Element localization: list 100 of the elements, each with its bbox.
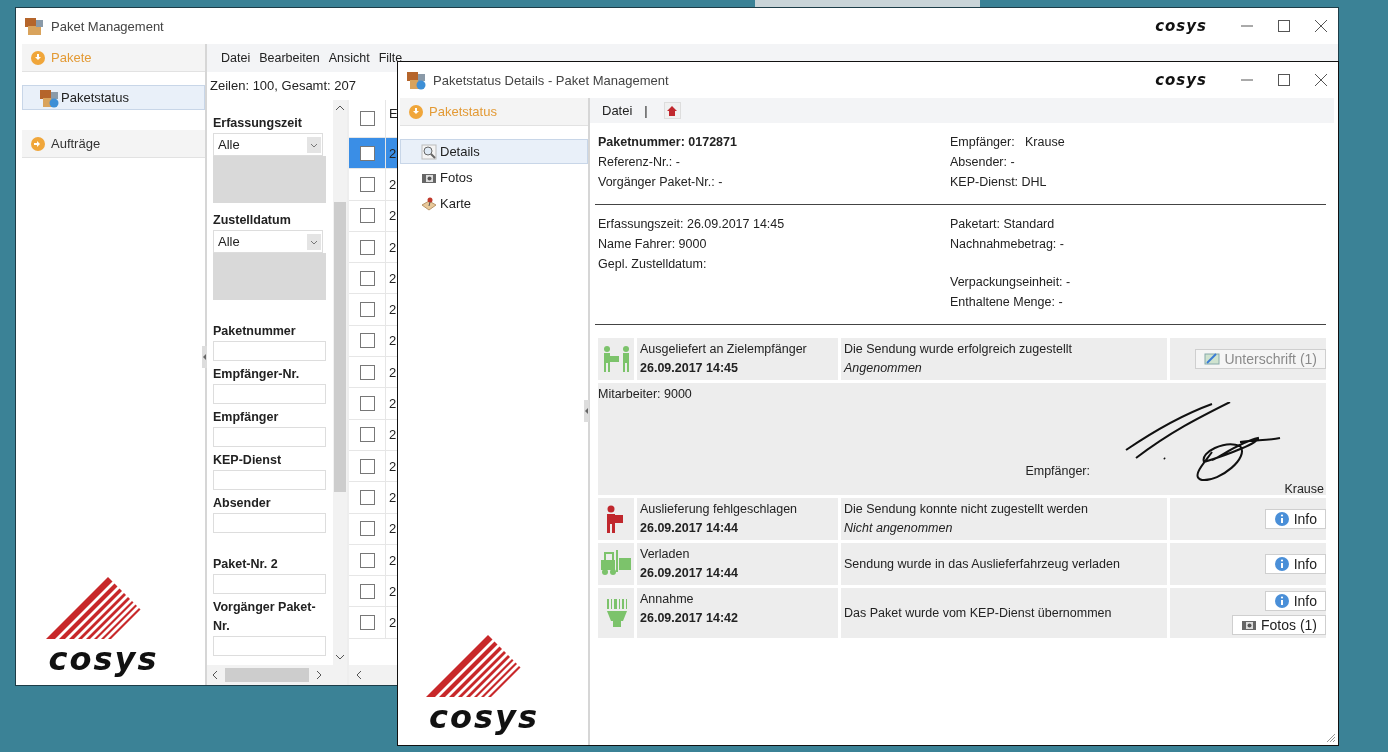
event-time: 26.09.2017 14:44 [640, 520, 739, 537]
info-button[interactable]: Info [1264, 591, 1326, 611]
filter-label: Paket-Nr. 2 [213, 556, 279, 573]
info-text: Empfänger: Krause [950, 134, 1066, 151]
map-pin-icon [421, 195, 437, 212]
table-cell: 2 [389, 270, 397, 286]
checkbox[interactable] [359, 270, 375, 286]
scrollbar[interactable] [207, 665, 347, 685]
brand-logo: cosys [48, 641, 159, 677]
info-button[interactable]: Info [1264, 509, 1326, 529]
menu-item[interactable]: Datei [602, 103, 633, 118]
scrollbar[interactable] [349, 665, 398, 685]
column-header[interactable]: E [389, 106, 398, 121]
dropdown[interactable]: Alle [213, 133, 323, 156]
table-cell: 2 [389, 208, 397, 224]
input-field[interactable] [213, 341, 326, 361]
home-button[interactable] [663, 102, 681, 119]
checkbox[interactable] [359, 521, 375, 537]
info-text: Paketart: Standard [950, 216, 1056, 233]
table-cell: 2 [389, 364, 397, 380]
info-text: Vorgänger Paket-Nr.: - [598, 174, 724, 191]
info-text: Name Fahrer: 9000 [598, 236, 708, 253]
info-text: Absender: - [950, 154, 1016, 171]
checkbox[interactable] [359, 396, 375, 411]
table-cell: 2 [389, 302, 397, 318]
filter-label: KEP-Dienst [213, 452, 283, 469]
maximize-icon [1277, 73, 1291, 87]
menu-item[interactable]: Datei [221, 51, 251, 65]
photos-button[interactable]: Fotos (1) [1232, 615, 1326, 635]
nav-item[interactable]: Fotos [400, 165, 588, 190]
input-field[interactable] [213, 574, 326, 594]
table-cell: 2 [389, 458, 397, 474]
scroll-left-icon [355, 670, 363, 680]
input-field[interactable] [213, 470, 326, 490]
resize-grip-icon [1326, 733, 1336, 743]
scroll-left-icon [211, 670, 219, 680]
chevron-down-icon [307, 136, 321, 153]
menu-item[interactable]: Ansicht [328, 51, 370, 65]
table-cell: 2 [389, 427, 397, 443]
checkbox[interactable] [359, 145, 375, 161]
scroll-right-icon [315, 670, 323, 680]
checkbox[interactable] [359, 427, 375, 443]
checkbox[interactable] [359, 176, 375, 192]
input-field[interactable] [213, 384, 326, 404]
event-time: 26.09.2017 14:45 [640, 360, 739, 377]
event-time: 26.09.2017 14:42 [640, 610, 739, 627]
input-field[interactable] [213, 636, 326, 656]
separator-text: | [644, 103, 648, 118]
info-text: Enthaltene Menge: - [950, 294, 1064, 311]
dropdown[interactable]: Alle [213, 230, 323, 253]
checkbox[interactable] [359, 333, 375, 349]
checkbox[interactable] [359, 489, 375, 505]
checkbox[interactable] [359, 458, 375, 474]
row-count-text: Zeilen: 100, Gesamt: 207 [209, 77, 356, 95]
info-button[interactable]: Info [1264, 554, 1326, 574]
checkbox[interactable] [359, 615, 375, 631]
sidebar-group[interactable]: Aufträge [22, 130, 205, 158]
scrollbar[interactable] [332, 100, 347, 665]
event-description: Sendung wurde in das Auslieferfahrzeug verladen [844, 555, 1121, 573]
table-cell: 2 [389, 333, 397, 349]
nav-item[interactable]: Details [400, 139, 588, 164]
checkbox[interactable] [359, 111, 375, 126]
nav-item[interactable]: Karte [400, 191, 588, 216]
info-text: Nachnahmebetrag: - [950, 236, 1065, 253]
checkbox[interactable] [359, 364, 375, 380]
window-title: Paket Management [51, 18, 164, 34]
filter-label: Erfassungszeit [213, 115, 303, 132]
sidebar-item[interactable]: Paketstatus [22, 85, 205, 110]
home-icon [666, 104, 679, 117]
info-text: Paketnummer: 0172871 [598, 134, 738, 151]
scroll-up-icon [334, 104, 345, 112]
chevron-down-icon [307, 233, 321, 250]
input-field[interactable] [213, 427, 326, 447]
event-title: Auslieferung fehlgeschlagen [640, 501, 799, 518]
table-cell: 2 [389, 239, 397, 255]
event-description: Die Sendung wurde erfolgreich zugestellt [844, 341, 1073, 358]
table-cell: 2 [389, 521, 397, 537]
menu-item[interactable]: Bearbeiten [259, 51, 320, 65]
checkbox[interactable] [359, 208, 375, 224]
checkbox[interactable] [359, 239, 375, 255]
event-title: Ausgeliefert an Zielempfänger [640, 341, 808, 358]
event-title: Annahme [640, 591, 695, 608]
maximize-icon [1277, 19, 1291, 33]
input-field[interactable] [213, 513, 326, 533]
event-title: Verladen [640, 546, 691, 563]
checkbox[interactable] [359, 302, 375, 318]
boxes-info-icon [39, 87, 59, 108]
info-text: Referenz-Nr.: - [598, 154, 681, 171]
event-time: 26.09.2017 14:44 [640, 565, 739, 582]
checkbox[interactable] [359, 552, 375, 568]
checkbox[interactable] [359, 583, 375, 599]
filter-label: Vorgänger Paket-Nr. [213, 599, 317, 635]
brand-logo: cosys [429, 699, 539, 735]
boxes-icon [24, 16, 44, 36]
info-icon [1273, 593, 1290, 609]
striped-triangle-icon [426, 635, 521, 697]
table-cell: 2 [389, 176, 397, 192]
filter-label: Paketnummer [213, 323, 297, 340]
table-cell: 2 [389, 489, 397, 505]
recipient-label: Empfänger: [1025, 464, 1090, 478]
